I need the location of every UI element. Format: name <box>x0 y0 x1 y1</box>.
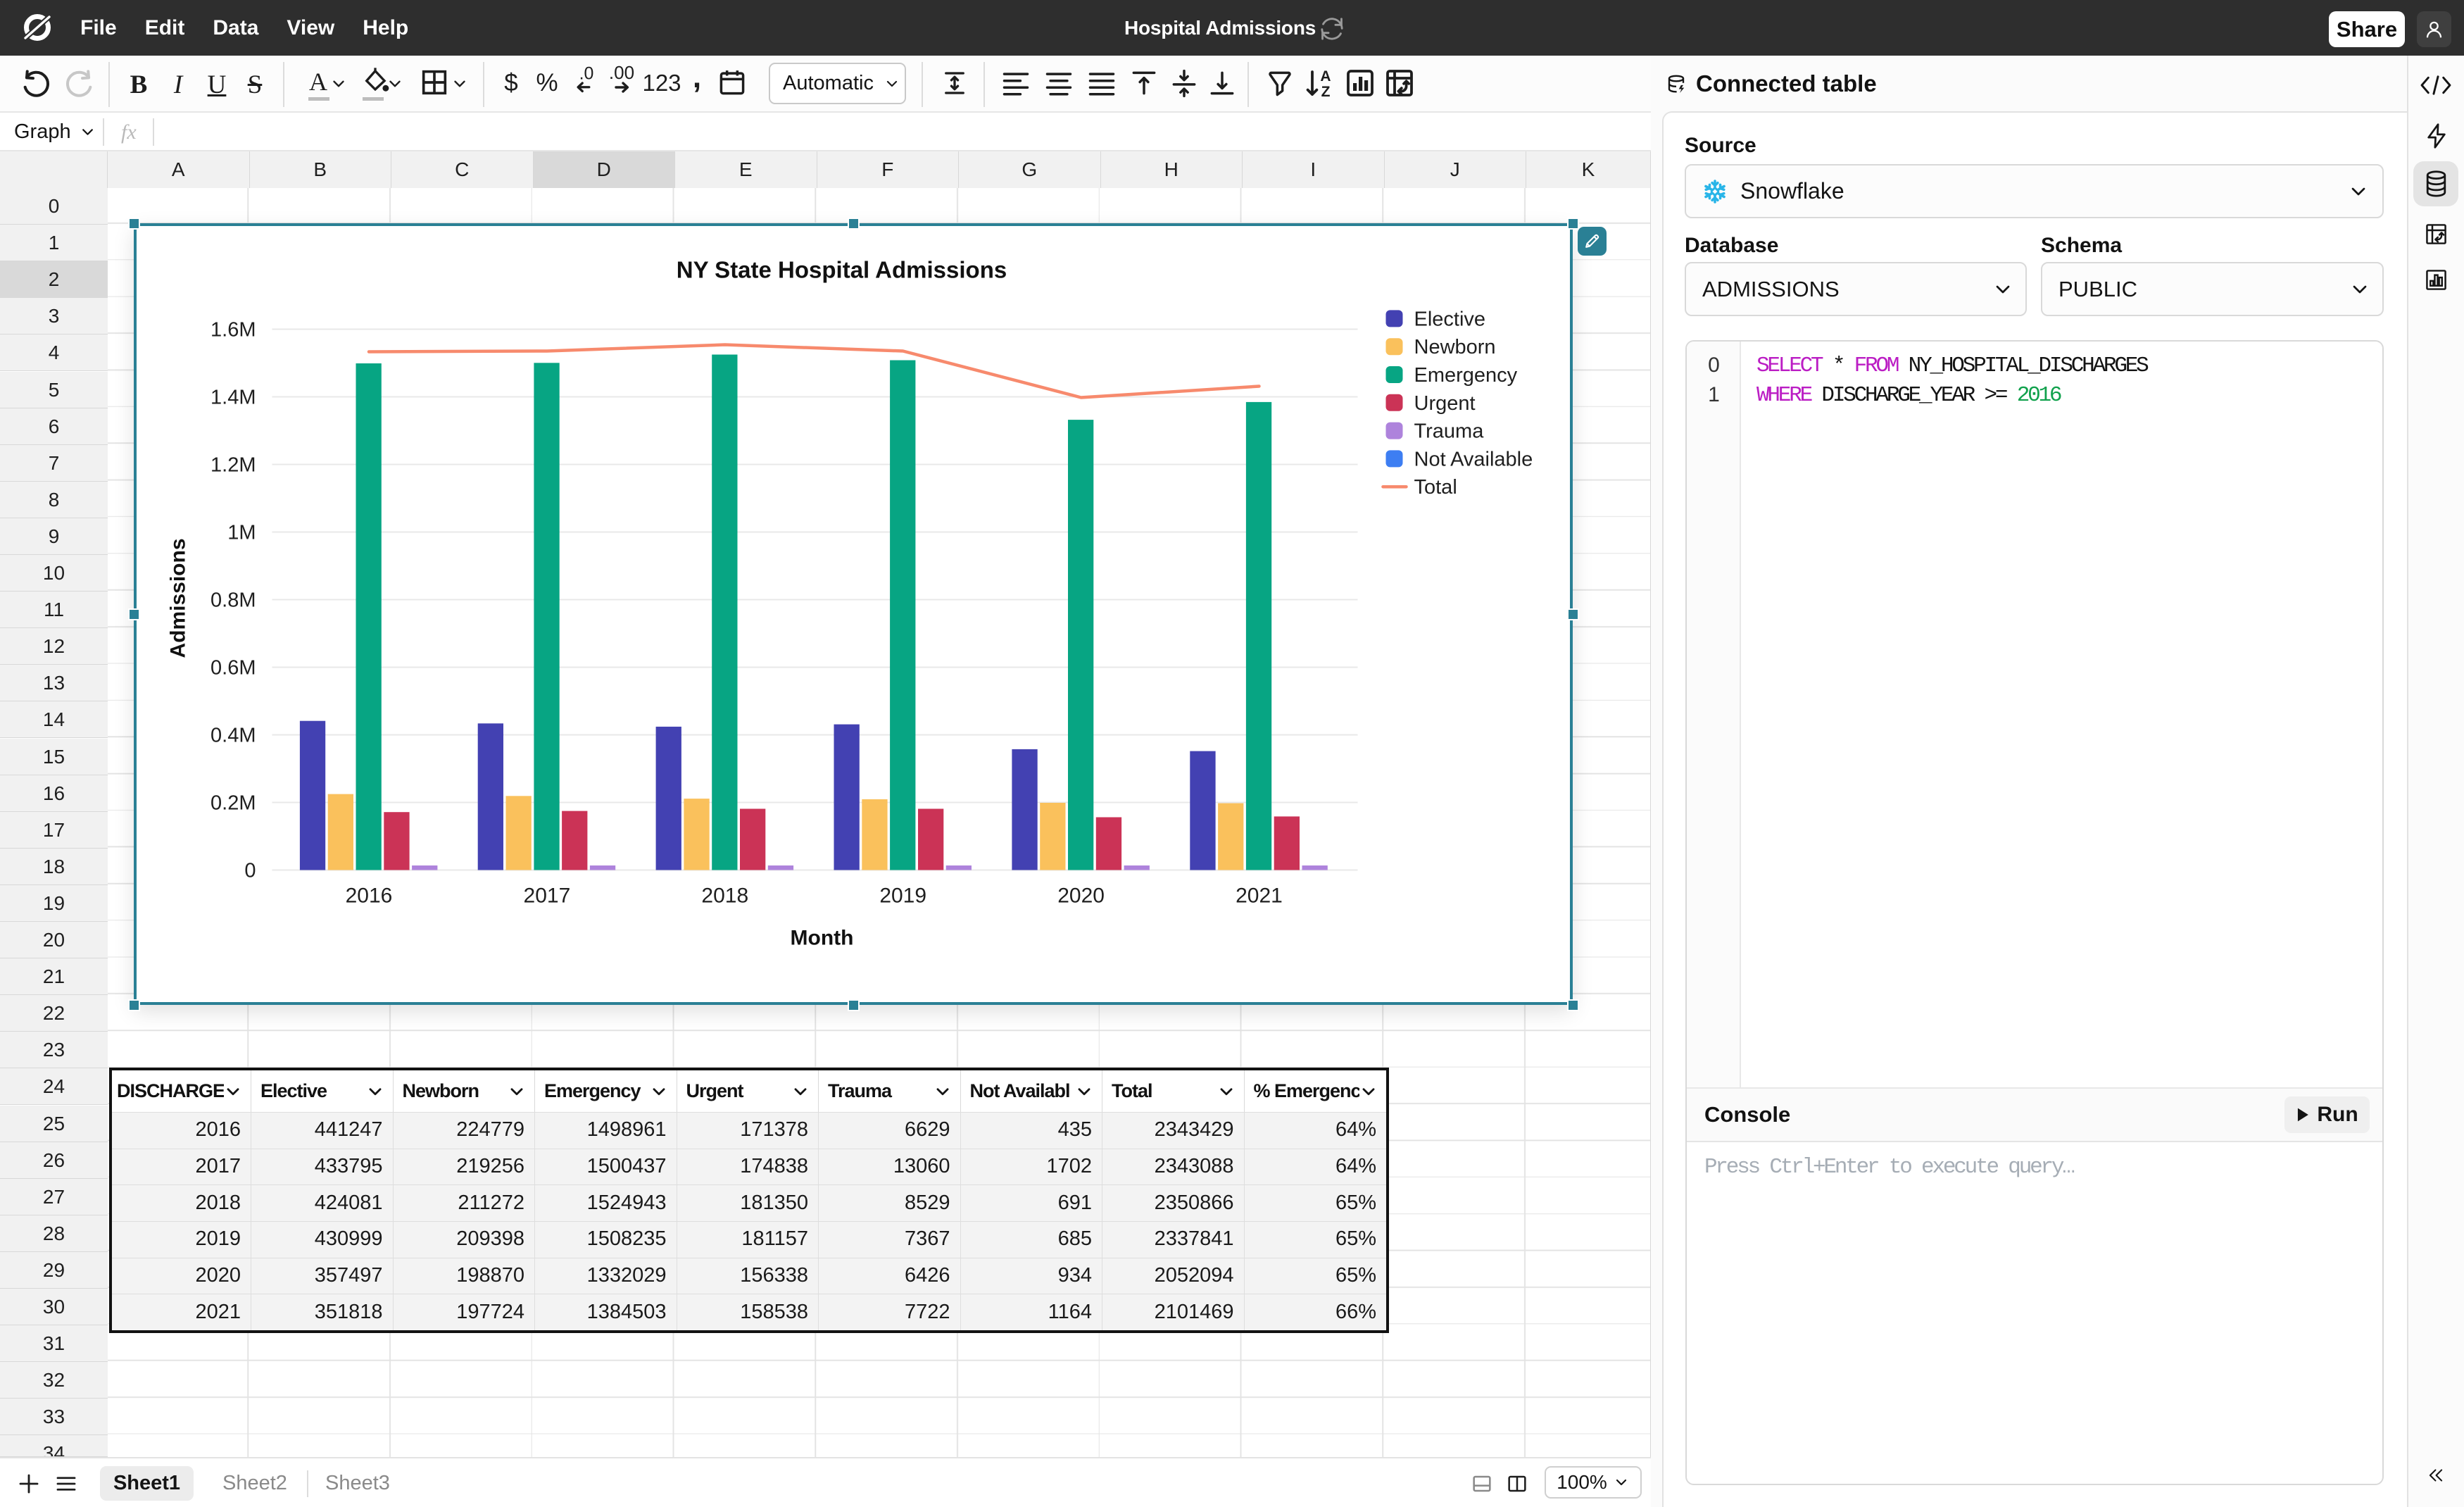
svg-text:1.4M: 1.4M <box>210 386 256 408</box>
svg-text:Not Available: Not Available <box>1414 448 1533 470</box>
svg-text:1.2M: 1.2M <box>210 454 256 476</box>
svg-text:.0: .0 <box>579 65 594 83</box>
svg-text:2021: 2021 <box>1236 884 1283 907</box>
svg-text:2016: 2016 <box>345 884 392 907</box>
svg-text:0.4M: 0.4M <box>210 724 256 746</box>
svg-text:0: 0 <box>244 859 256 882</box>
svg-text:Trauma: Trauma <box>1414 420 1484 442</box>
svg-text:Z: Z <box>1321 84 1331 100</box>
svg-text:Newborn: Newborn <box>1414 336 1495 358</box>
svg-text:Elective: Elective <box>1414 308 1485 330</box>
svg-text:Month: Month <box>790 926 853 949</box>
svg-text:0.6M: 0.6M <box>210 656 256 679</box>
svg-text:2017: 2017 <box>523 884 570 907</box>
svg-text:Admissions: Admissions <box>166 538 189 658</box>
svg-text:A: A <box>1320 68 1331 85</box>
svg-text:Emergency: Emergency <box>1414 364 1517 387</box>
svg-text:.00: .00 <box>609 65 634 83</box>
svg-text:Total: Total <box>1414 476 1457 499</box>
svg-text:2020: 2020 <box>1057 884 1105 907</box>
svg-text:0.8M: 0.8M <box>210 589 256 611</box>
svg-text:NY State Hospital Admissions: NY State Hospital Admissions <box>676 256 1006 282</box>
svg-text:0.2M: 0.2M <box>210 792 256 814</box>
svg-text:2019: 2019 <box>879 884 926 907</box>
svg-text:1M: 1M <box>227 521 256 544</box>
svg-text:Urgent: Urgent <box>1414 392 1475 414</box>
svg-text:2018: 2018 <box>701 884 748 907</box>
svg-text:1.6M: 1.6M <box>210 318 256 341</box>
